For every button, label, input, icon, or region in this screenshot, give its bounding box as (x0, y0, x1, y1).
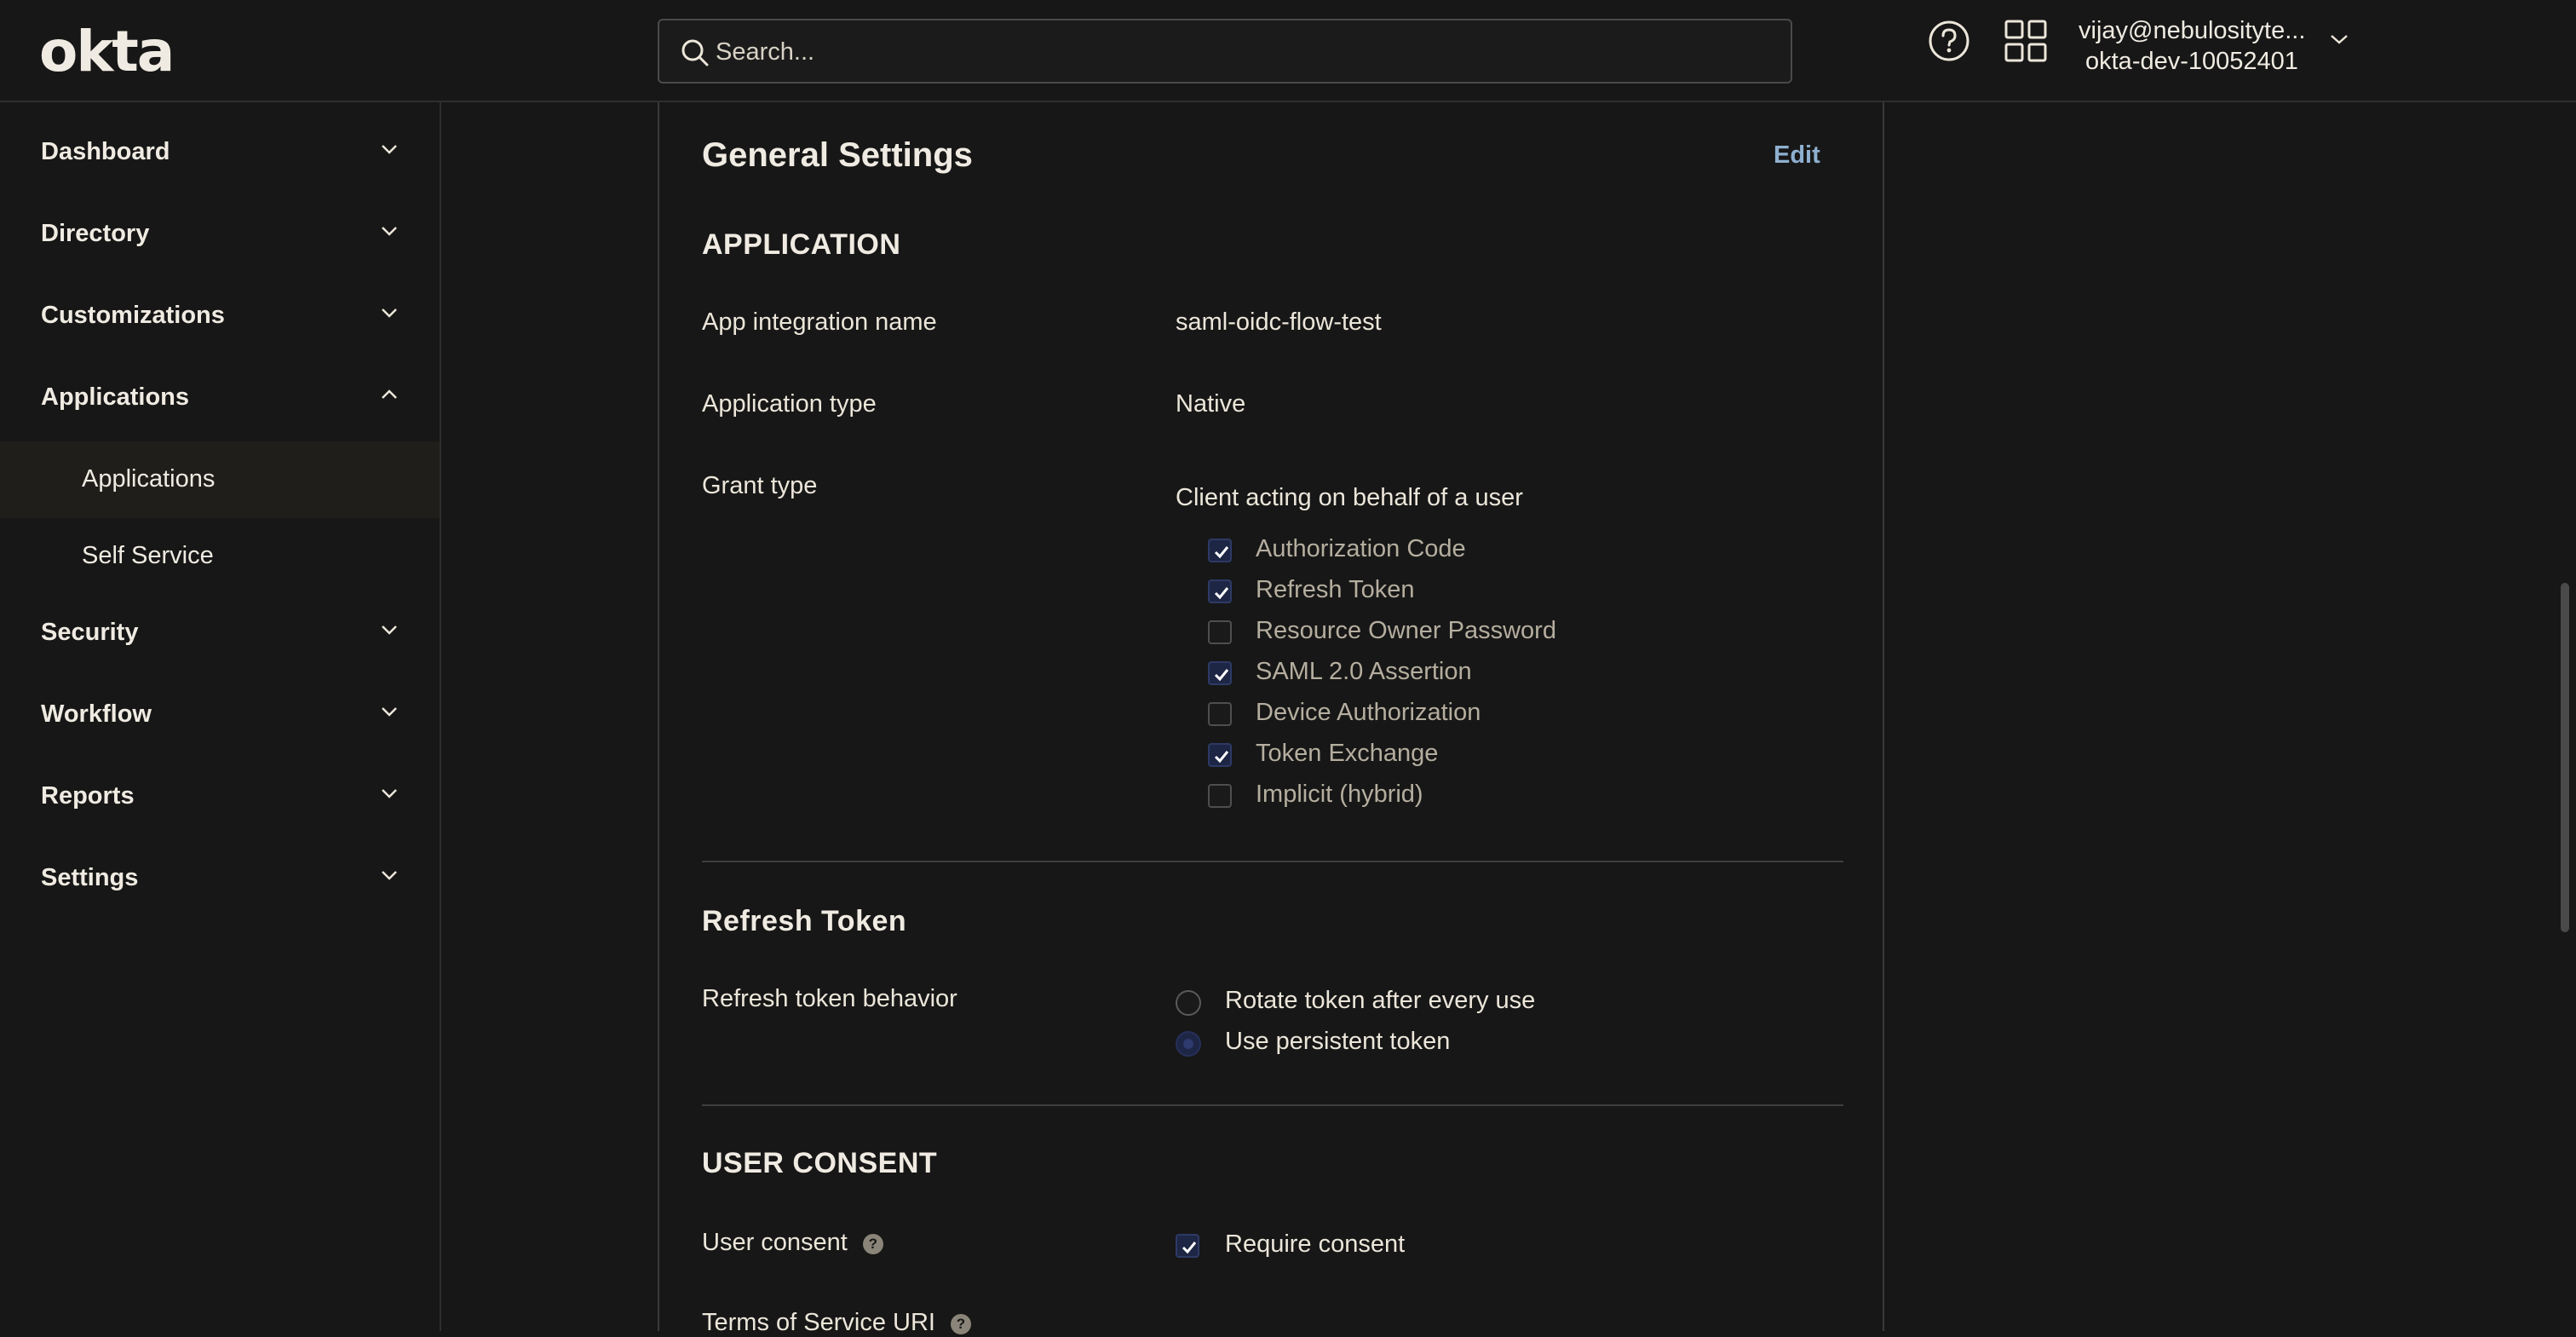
sidebar-subitem-label: Self Service (82, 542, 214, 569)
checkmark-icon (1182, 1242, 1197, 1254)
checkbox[interactable] (1208, 620, 1232, 644)
tos-uri-label-text: Terms of Service URI (702, 1309, 935, 1336)
checkmark-icon (1214, 546, 1229, 559)
sidebar-item-label: Reports (41, 782, 135, 810)
sidebar-subitem-label: Applications (82, 465, 216, 493)
grant-subheading: Client acting on behalf of a user (1176, 484, 1523, 511)
sidebar: Dashboard Directory Customizations Appli… (0, 102, 441, 1331)
app-grid-icon[interactable] (2004, 19, 2048, 63)
sidebar-subitem-self-service[interactable]: Self Service (0, 518, 440, 595)
grant-type-label: Grant type (702, 472, 818, 499)
user-consent-heading: USER CONSENT (702, 1147, 938, 1179)
search-input[interactable] (716, 32, 1772, 72)
sidebar-item-security[interactable]: Security (0, 595, 440, 677)
user-email: vijay@nebulosityte... (2079, 17, 2306, 44)
checkmark-icon (1214, 751, 1229, 764)
grant-label: SAML 2.0 Assertion (1256, 658, 1472, 685)
sidebar-item-label: Dashboard (41, 138, 170, 165)
section-title: General Settings (702, 136, 973, 174)
user-consent-label-text: User consent (702, 1229, 848, 1256)
grant-label: Token Exchange (1256, 740, 1439, 767)
chevron-down-icon (382, 789, 397, 798)
sidebar-item-label: Applications (41, 383, 190, 411)
chevron-down-icon (382, 227, 397, 236)
tos-uri-label: Terms of Service URI? (702, 1309, 971, 1337)
top-bar: okta vijay@nebulosityte... okta-dev-1005… (0, 0, 2576, 102)
sidebar-item-settings[interactable]: Settings (0, 840, 440, 922)
sidebar-item-dashboard[interactable]: Dashboard (0, 114, 440, 196)
radio-label: Rotate token after every use (1225, 987, 1536, 1014)
chevron-down-icon (382, 308, 397, 318)
chevron-down-icon (382, 707, 397, 717)
page-scrollbar[interactable] (2561, 583, 2569, 932)
application-heading: APPLICATION (702, 228, 901, 261)
require-consent-label: Require consent (1225, 1230, 1406, 1258)
sidebar-subitem-applications[interactable]: Applications (0, 441, 440, 518)
help-tooltip-icon[interactable]: ? (950, 1314, 971, 1334)
checkbox[interactable] (1208, 661, 1232, 685)
sidebar-item-label: Directory (41, 220, 150, 247)
checkbox[interactable] (1208, 539, 1232, 562)
checkmark-icon (1214, 587, 1229, 600)
sidebar-item-label: Customizations (41, 302, 225, 329)
checkbox[interactable] (1208, 702, 1232, 726)
grant-label: Authorization Code (1256, 535, 1466, 562)
sidebar-item-applications[interactable]: Applications (0, 360, 440, 441)
chevron-up-icon (382, 389, 397, 399)
radio-label: Use persistent token (1225, 1028, 1451, 1055)
refresh-behavior-label: Refresh token behavior (702, 985, 957, 1012)
sidebar-item-workflow[interactable]: Workflow (0, 677, 440, 758)
sidebar-item-customizations[interactable]: Customizations (0, 278, 440, 360)
checkbox[interactable] (1176, 1234, 1199, 1258)
divider (702, 1104, 1843, 1106)
sidebar-item-directory[interactable]: Directory (0, 196, 440, 278)
radio-button[interactable] (1176, 1031, 1201, 1057)
chevron-down-icon (382, 145, 397, 154)
checkbox[interactable] (1208, 579, 1232, 603)
okta-logo[interactable]: okta (39, 24, 175, 80)
search-box[interactable] (658, 19, 1792, 84)
divider (702, 861, 1843, 862)
radio-button[interactable] (1176, 990, 1201, 1016)
grant-label: Refresh Token (1256, 576, 1415, 603)
checkbox[interactable] (1208, 743, 1232, 767)
grant-label: Implicit (hybrid) (1256, 781, 1423, 808)
app-type-value: Native (1176, 390, 1246, 418)
app-type-label: Application type (702, 390, 877, 418)
grant-label: Resource Owner Password (1256, 617, 1556, 644)
app-name-label: App integration name (702, 308, 937, 336)
grant-label: Device Authorization (1256, 699, 1481, 726)
user-menu[interactable]: vijay@nebulosityte... okta-dev-10052401 (2079, 15, 2334, 77)
edit-button[interactable]: Edit (1774, 141, 1820, 170)
general-settings-panel: General Settings Edit APPLICATION App in… (658, 102, 1884, 1336)
user-consent-label: User consent? (702, 1229, 883, 1257)
sidebar-item-label: Settings (41, 864, 139, 891)
help-icon[interactable] (1927, 19, 1971, 63)
checkbox[interactable] (1208, 784, 1232, 808)
user-org: okta-dev-10052401 (2085, 48, 2298, 75)
sidebar-item-label: Security (41, 619, 139, 646)
refresh-token-heading: Refresh Token (702, 905, 907, 937)
chevron-down-icon[interactable] (2329, 32, 2349, 46)
chevron-down-icon (382, 871, 397, 880)
app-name-value: saml-oidc-flow-test (1176, 308, 1382, 336)
sidebar-item-label: Workflow (41, 700, 152, 728)
sidebar-item-reports[interactable]: Reports (0, 758, 440, 840)
checkmark-icon (1214, 669, 1229, 682)
search-icon (681, 39, 709, 66)
chevron-down-icon (382, 625, 397, 635)
help-tooltip-icon[interactable]: ? (862, 1234, 883, 1254)
